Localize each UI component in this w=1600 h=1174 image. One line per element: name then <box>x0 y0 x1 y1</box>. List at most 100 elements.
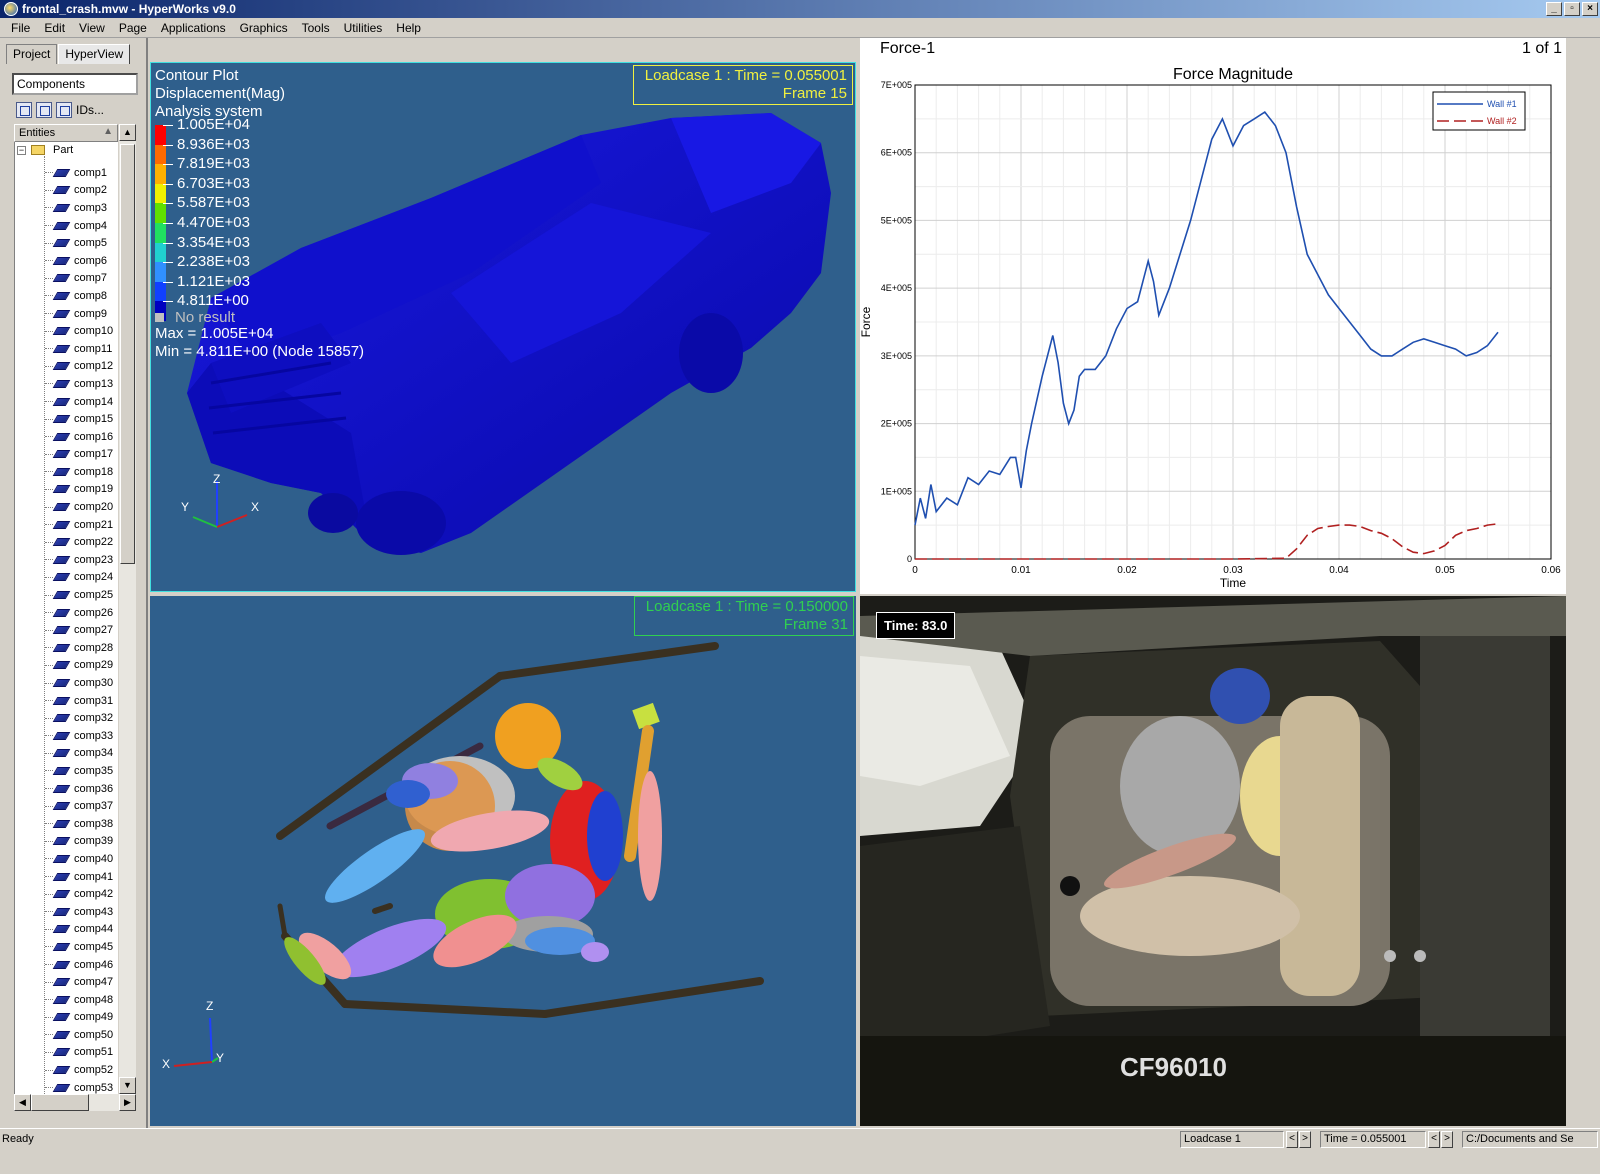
tree-node-component[interactable]: comp33 <box>45 727 113 745</box>
entity-type-select[interactable]: Components <box>12 73 138 95</box>
tree-node-component[interactable]: comp29 <box>45 657 113 675</box>
menu-utilities[interactable]: Utilities <box>337 21 390 35</box>
tree-node-component[interactable]: comp34 <box>45 745 113 763</box>
scroll-up-button[interactable]: ▲ <box>119 124 136 141</box>
tree-horizontal-scrollbar[interactable]: ◀ ▶ <box>14 1094 136 1111</box>
tree-node-component[interactable]: comp50 <box>45 1026 113 1044</box>
tree-node-component[interactable]: comp46 <box>45 956 113 974</box>
collapse-tree-icon[interactable] <box>36 102 52 118</box>
tree-node-component[interactable]: comp6 <box>45 252 113 270</box>
restore-button[interactable]: ▫ <box>1564 2 1580 16</box>
contour-legend-swatch <box>155 242 166 263</box>
tree-node-component[interactable]: comp11 <box>45 340 113 358</box>
tree-node-component[interactable]: comp25 <box>45 586 113 604</box>
contour-legend-value: 8.936E+03 <box>177 135 250 153</box>
tree-node-component[interactable]: comp38 <box>45 815 113 833</box>
tree-node-component[interactable]: comp4 <box>45 217 113 235</box>
tree-node-component[interactable]: comp44 <box>45 921 113 939</box>
close-button[interactable]: × <box>1582 2 1598 16</box>
tree-node-component[interactable]: comp31 <box>45 692 113 710</box>
tree-node-component[interactable]: comp43 <box>45 903 113 921</box>
time-prev-button[interactable]: < <box>1428 1131 1440 1148</box>
tree-node-component[interactable]: comp1 <box>45 164 113 182</box>
scroll-thumb[interactable] <box>120 144 135 564</box>
tree-node-component[interactable]: comp17 <box>45 446 113 464</box>
tree-node-component[interactable]: comp21 <box>45 516 113 534</box>
crash-test-video-frame: CF96010 <box>860 596 1566 1126</box>
tree-node-component[interactable]: comp3 <box>45 199 113 217</box>
tree-node-component[interactable]: comp15 <box>45 410 113 428</box>
plot-viewport[interactable]: Force-1 1 of 1 0 0.01 0.02 0.03 0.04 0.05 0.06… <box>860 38 1566 594</box>
loadcase-next-button[interactable]: > <box>1299 1131 1311 1148</box>
tree-node-component[interactable]: comp28 <box>45 639 113 657</box>
tree-node-component[interactable]: comp24 <box>45 569 113 587</box>
tree-node-component[interactable]: comp8 <box>45 287 113 305</box>
tree-node-component[interactable]: comp20 <box>45 498 113 516</box>
menu-file[interactable]: File <box>4 21 37 35</box>
tree-node-component[interactable]: comp40 <box>45 850 113 868</box>
loadcase-prev-button[interactable]: < <box>1286 1131 1298 1148</box>
tree-node-component[interactable]: comp32 <box>45 709 113 727</box>
tree-node-component[interactable]: comp9 <box>45 305 113 323</box>
hscroll-thumb[interactable] <box>31 1094 89 1111</box>
dummy-viewport[interactable]: Loadcase 1 : Time = 0.150000 Frame 31 Z … <box>150 596 856 1126</box>
menu-applications[interactable]: Applications <box>154 21 233 35</box>
tree-connector <box>45 383 53 385</box>
scroll-right-button[interactable]: ▶ <box>119 1094 136 1111</box>
tree-node-component[interactable]: comp30 <box>45 674 113 692</box>
tree-node-component[interactable]: comp10 <box>45 322 113 340</box>
contour-viewport[interactable]: Contour Plot Displacement(Mag) Analysis … <box>150 62 856 592</box>
tree-node-component[interactable]: comp52 <box>45 1061 113 1079</box>
triad-z-label: Z <box>213 472 220 486</box>
scroll-down-button[interactable]: ▼ <box>119 1077 136 1094</box>
ids-button[interactable]: IDs... <box>76 103 104 117</box>
menu-page[interactable]: Page <box>112 21 154 35</box>
minimize-button[interactable]: _ <box>1546 2 1562 16</box>
tree-node-component[interactable]: comp22 <box>45 533 113 551</box>
tree-node-component[interactable]: comp53 <box>45 1079 113 1094</box>
tree-node-component[interactable]: comp51 <box>45 1044 113 1062</box>
tree-node-component[interactable]: comp14 <box>45 393 113 411</box>
tree-node-component[interactable]: comp13 <box>45 375 113 393</box>
tree-node-component[interactable]: comp16 <box>45 428 113 446</box>
tree-node-component[interactable]: comp45 <box>45 938 113 956</box>
tree-node-component[interactable]: comp36 <box>45 780 113 798</box>
force-chart[interactable]: 0 0.01 0.02 0.03 0.04 0.05 0.06 0 1E+005 2E+005 3E… <box>860 38 1566 594</box>
tree-node-component[interactable]: comp49 <box>45 1009 113 1027</box>
status-loadcase[interactable]: Loadcase 1 <box>1180 1131 1284 1148</box>
menu-edit[interactable]: Edit <box>37 21 72 35</box>
tree-node-component[interactable]: comp2 <box>45 182 113 200</box>
status-time[interactable]: Time = 0.055001 <box>1320 1131 1426 1148</box>
tree-node-component[interactable]: comp26 <box>45 604 113 622</box>
tree-node-component[interactable]: comp19 <box>45 481 113 499</box>
entities-column-header[interactable]: Entities ▲ <box>14 124 118 142</box>
contour-legend[interactable]: 1.005E+04 8.936E+03 7.819E+03 6.703E+03 5.58… <box>155 116 250 321</box>
menu-help[interactable]: Help <box>389 21 428 35</box>
tree-node-component[interactable]: comp12 <box>45 358 113 376</box>
tab-project[interactable]: Project <box>6 44 58 64</box>
expand-tree-icon[interactable] <box>16 102 32 118</box>
menu-graphics[interactable]: Graphics <box>233 21 295 35</box>
tab-hyperview[interactable]: HyperView <box>58 44 131 64</box>
menu-view[interactable]: View <box>72 21 112 35</box>
scroll-left-button[interactable]: ◀ <box>14 1094 31 1111</box>
tree-node-component[interactable]: comp47 <box>45 973 113 991</box>
video-viewport[interactable]: CF96010 Time: 83.0 <box>860 596 1566 1126</box>
flat-view-icon[interactable] <box>56 102 72 118</box>
collapse-icon[interactable]: − <box>17 145 26 155</box>
tree-node-component[interactable]: comp37 <box>45 797 113 815</box>
tree-node-component[interactable]: comp48 <box>45 991 113 1009</box>
menu-tools[interactable]: Tools <box>295 21 337 35</box>
tree-vertical-scrollbar[interactable]: ▲ ▼ <box>119 124 136 1094</box>
tree-node-component[interactable]: comp23 <box>45 551 113 569</box>
tree-node-component[interactable]: comp41 <box>45 868 113 886</box>
tree-node-component[interactable]: comp5 <box>45 234 113 252</box>
tree-node-component[interactable]: comp27 <box>45 621 113 639</box>
tree-node-component[interactable]: comp42 <box>45 885 113 903</box>
tree-node-component[interactable]: comp7 <box>45 270 113 288</box>
tree-node-component[interactable]: comp35 <box>45 762 113 780</box>
tree-node-component[interactable]: comp39 <box>45 833 113 851</box>
time-next-button[interactable]: > <box>1441 1131 1453 1148</box>
tree-node-part[interactable]: − Part <box>17 144 73 156</box>
tree-node-component[interactable]: comp18 <box>45 463 113 481</box>
